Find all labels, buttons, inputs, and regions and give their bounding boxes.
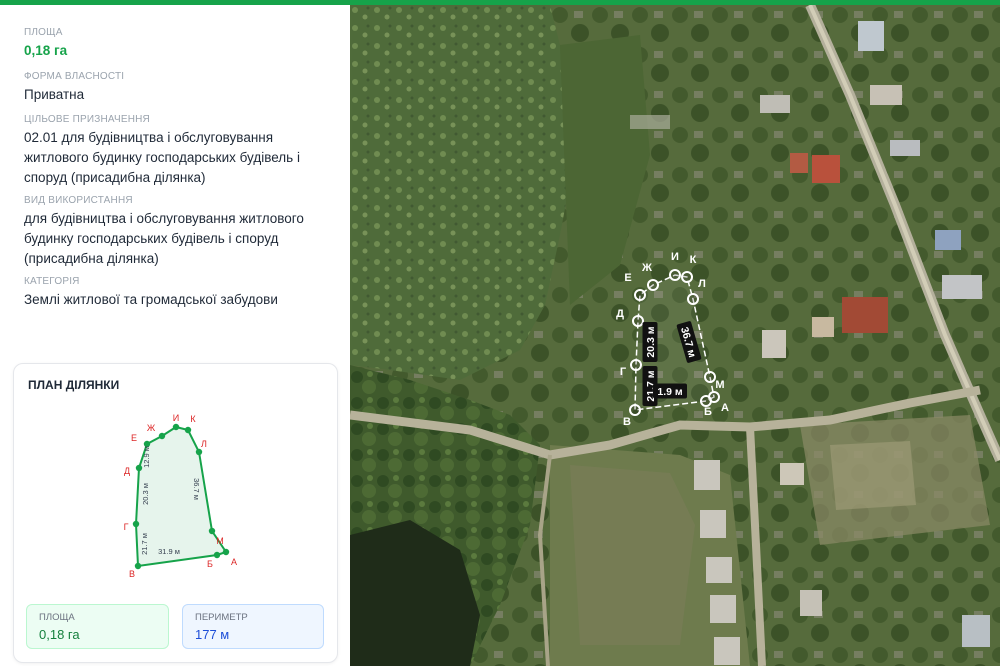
plan-vertex-label: Ж: [147, 423, 156, 433]
map-vertex-label: Ж: [641, 262, 652, 274]
map-vertex-point: [647, 279, 659, 291]
map-vertex-label: И: [671, 251, 679, 263]
map-vertex-point: [681, 271, 693, 283]
area-label: Площа: [24, 27, 63, 38]
plan-segment-label: 31.9 м: [158, 547, 180, 556]
purpose-label: Цільове призначення: [24, 114, 150, 125]
plan-perimeter-label: Периметр: [195, 612, 248, 623]
area-value: 0,18 га: [24, 43, 68, 58]
plan-vertex-label: К: [190, 414, 196, 424]
map-vertex-label: А: [721, 402, 729, 414]
map-segment-label: 20.3 м: [645, 326, 657, 357]
parcel-info-panel: Площа 0,18 га Форма власності Приватна Ц…: [0, 5, 350, 666]
map-vertex-point: [669, 269, 681, 281]
category-field: Категорія Землі житлової та громадської …: [24, 276, 340, 310]
map-vertex-point: [634, 289, 646, 301]
plan-vertex-point: [184, 426, 192, 434]
map-vertex-label: М: [715, 379, 724, 391]
map-vertex-label: Е: [624, 272, 631, 284]
ownership-field: Форма власності Приватна: [24, 71, 340, 105]
area-field: Площа 0,18 га: [24, 27, 340, 61]
plan-vertex-point: [208, 527, 216, 535]
map-segment-badge: 1.9 м: [653, 383, 687, 399]
plan-segment-label: 20.3 м: [141, 483, 150, 505]
plan-vertex-point: [213, 551, 221, 559]
plan-area-value: 0,18 га: [39, 627, 80, 642]
plan-vertex-point: [195, 448, 203, 456]
map-vertex-label: Г: [620, 366, 627, 378]
purpose-value: 02.01 для будівництва і обслуговування ж…: [24, 130, 300, 185]
plan-perimeter-box: Периметр 177 м: [182, 604, 324, 649]
plan-vertex-label: Б: [207, 559, 213, 569]
parcel-plan-card: А Б В Г Д Е Ж И К Л М 12.9 м 20.3 м 21.7 м 31.9 м 36.7 …: [13, 363, 338, 663]
map-vertex-point: [704, 371, 716, 383]
plan-vertex-label: Г: [124, 522, 129, 532]
plan-area-label: Площа: [39, 612, 75, 623]
plan-vertex-point: [222, 548, 230, 556]
plan-title: План ділянки: [28, 378, 120, 392]
map-vertex-label: Д: [616, 308, 624, 320]
purpose-field: Цільове призначення 02.01 для будівництв…: [24, 114, 340, 188]
plan-vertex-label: И: [173, 413, 179, 423]
plan-vertex-point: [172, 423, 180, 431]
map-vertex-label: Л: [698, 278, 706, 290]
map-vertex-point: [630, 359, 642, 371]
top-accent-bar: [0, 0, 1000, 5]
map-vertex-label: К: [690, 254, 697, 266]
map-vertex-point: [629, 404, 641, 416]
ownership-value: Приватна: [24, 87, 85, 102]
satellite-map-canvas[interactable]: АБВГДЕЖИ КЛМ20.3 м 36.7 м21.7 м 1.9 м: [350, 5, 1000, 666]
plan-vertex-label: А: [231, 557, 237, 567]
usage-label: Вид використання: [24, 195, 133, 206]
category-value: Землі житлової та громадської забудови: [24, 292, 278, 307]
plan-vertex-label: В: [129, 569, 135, 579]
map-segment-badge: 20.3 м: [642, 322, 658, 362]
map-vertex-point: [687, 293, 699, 305]
map-vertex-label: Б: [704, 406, 712, 418]
plan-segment-label: 12.9 м: [142, 446, 151, 468]
plan-vertex-label: Л: [201, 439, 207, 449]
map-vertex-point: [632, 315, 644, 327]
usage-field: Вид використання для будівництва і обслу…: [24, 195, 340, 269]
plan-perimeter-value: 177 м: [195, 627, 230, 642]
plan-vertex-point: [134, 562, 142, 570]
map-vertex-label: В: [623, 416, 631, 428]
plan-vertex-label: М: [216, 536, 224, 546]
ownership-label: Форма власності: [24, 71, 125, 82]
plan-segment-label: 21.7 м: [140, 533, 149, 555]
satellite-map[interactable]: А Б В Г Д Е Ж И К Л М 20.3 м 36.7 м 21.7 м 1.9 м: [350, 5, 1000, 666]
map-segment-label: 1.9 м: [657, 386, 683, 398]
plan-vertex-point: [158, 432, 166, 440]
plan-segment-label: 36.7 м: [192, 478, 201, 500]
plan-area-box: Площа 0,18 га: [26, 604, 169, 649]
map-vertex-point: [700, 395, 712, 407]
category-label: Категорія: [24, 276, 80, 287]
plan-vertex-point: [132, 520, 140, 528]
usage-value: для будівництва і обслуговування житлово…: [24, 211, 304, 266]
plan-vertex-label: Е: [131, 433, 137, 443]
plan-vertex-label: Д: [124, 466, 130, 476]
